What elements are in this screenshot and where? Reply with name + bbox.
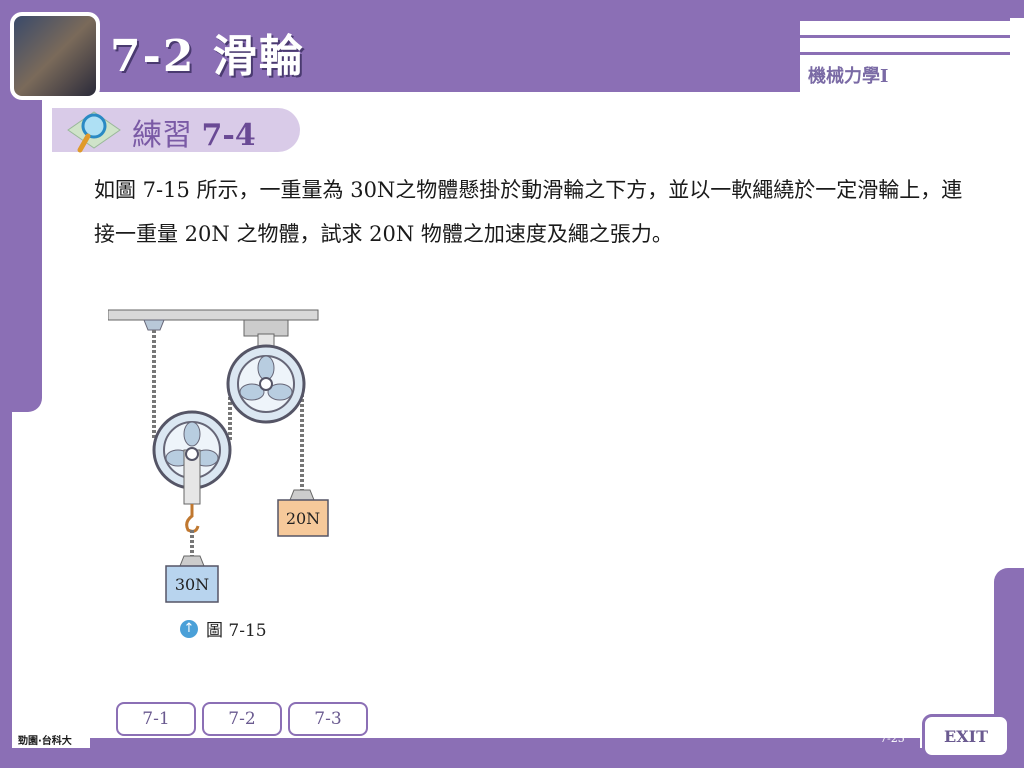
weight-label-20n: 20N <box>286 509 320 528</box>
weight-label-30n: 30N <box>175 575 209 594</box>
title-photo <box>10 12 100 100</box>
practice-label-text: 練習 <box>132 118 192 153</box>
page-number: 7-25 <box>880 732 905 745</box>
subject-label: 機械力學I <box>808 66 889 87</box>
slide-frame: 7-2 滑輪 機械力學I 練習 7-4 如圖 7-15 所示，一重量為 30N之… <box>0 0 1024 768</box>
question-text: 如圖 7-15 所示，一重量為 30N之物體懸掛於動滑輪之下方，並以一軟繩繞於一… <box>94 178 963 246</box>
nav-tab-7-2[interactable]: 7-2 <box>202 702 282 736</box>
page-title: 7-2 滑輪 <box>110 31 305 82</box>
publisher-logo: 勁園·台科大 <box>18 736 72 747</box>
title-bar-extension <box>780 0 1024 18</box>
figure-caption-text: 圖 7-15 <box>206 621 267 641</box>
pulley-figure: 30N 20N <box>108 309 329 603</box>
nav-tab-7-3[interactable]: 7-3 <box>288 702 368 736</box>
up-arrow-icon: ↑ <box>180 619 198 638</box>
nav-tab-7-1[interactable]: 7-1 <box>116 702 196 736</box>
practice-number: 7-4 <box>201 118 256 153</box>
bottom-band <box>0 748 1024 768</box>
practice-heading: 練習 7-4 <box>132 110 256 154</box>
chapter-nav: 7-1 7-2 7-3 <box>116 702 368 736</box>
left-band <box>0 92 42 412</box>
magnifier-icon <box>67 111 121 153</box>
figure-caption: ↑ 圖 7-15 <box>180 616 267 641</box>
left-edge <box>0 410 12 768</box>
exit-button[interactable]: EXIT <box>922 714 1010 758</box>
